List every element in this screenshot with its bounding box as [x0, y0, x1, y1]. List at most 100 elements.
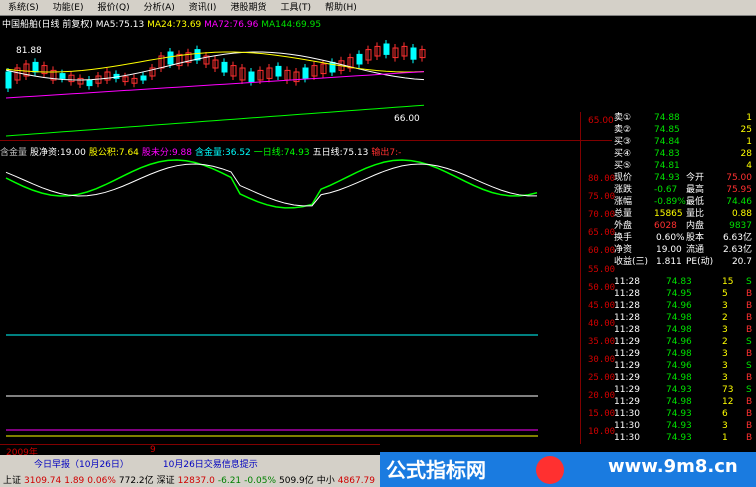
- order-price: 74.88: [654, 113, 680, 123]
- candlestick-svg: [5, 40, 426, 137]
- menu-item[interactable]: 港股期货: [224, 0, 272, 16]
- quote-label: 量比: [686, 209, 705, 219]
- quote-label: 涨幅: [614, 197, 633, 207]
- order-volume: 25: [740, 125, 752, 135]
- tick-row: 11:30 74.93 3 B: [612, 420, 756, 432]
- tick-row: 11:29 74.98 3 B: [612, 372, 756, 384]
- tick-time: 11:29: [614, 385, 640, 395]
- tick-row: 11:29 74.93 73 S: [612, 384, 756, 396]
- menu-item[interactable]: 帮助(H): [319, 0, 363, 16]
- tick-volume: 1: [722, 433, 728, 443]
- tick-time: 11:29: [614, 349, 640, 359]
- order-row: 买⑤ 74.81 4: [612, 160, 756, 172]
- ticker-item: 0.06%: [87, 476, 116, 486]
- kline-chart[interactable]: 中国船舶(日线 前复权) MA5:75.13 MA24:73.69 MA72:7…: [0, 16, 614, 140]
- candle-body: [221, 61, 228, 73]
- ticker-item: 1.89: [64, 476, 85, 486]
- order-row: 买③ 74.84 1: [612, 136, 756, 148]
- order-price: 74.85: [654, 125, 680, 135]
- quote-panel: 卖① 74.88 1 卖② 74.85 25 买③ 74.84 1 买④ 74.83 28 买⑤ 74.8…: [612, 112, 756, 444]
- tick-time: 11:28: [614, 301, 640, 311]
- tick-volume: 3: [722, 421, 728, 431]
- tick-side: B: [746, 409, 753, 419]
- tick-side: B: [746, 397, 753, 407]
- tick-row: 11:30 74.93 6 B: [612, 408, 756, 420]
- quote-value: -0.89%: [654, 197, 686, 207]
- fund-value: 20.7: [731, 257, 752, 267]
- fund-label: 流通: [686, 245, 705, 255]
- menu-item[interactable]: 功能(E): [47, 0, 90, 16]
- tick-price: 74.98: [666, 373, 692, 383]
- tick-row: 11:28 74.83 15 S: [612, 276, 756, 288]
- tick-side: S: [746, 277, 752, 287]
- order-row: 卖① 74.88 1: [612, 112, 756, 124]
- indicator-value: 含金量:36.52: [194, 148, 251, 158]
- fund-value: 1.811: [656, 257, 682, 267]
- tick-price: 74.83: [666, 277, 692, 287]
- tick-time: 11:28: [614, 277, 640, 287]
- tick-row: 11:29 74.98 3 B: [612, 348, 756, 360]
- quote-row: 涨幅 -0.89% 最低 74.46: [612, 196, 756, 208]
- order-price: 74.83: [654, 149, 680, 159]
- tick-row: 11:29 74.96 3 S: [612, 360, 756, 372]
- tick-side: B: [746, 289, 753, 299]
- quote-value: 9837: [729, 221, 752, 231]
- fund-row: 净资 19.00 流通 2.63亿: [612, 244, 756, 256]
- quote-value: 74.46: [726, 197, 752, 207]
- indicator-value: 股公积:7.64: [88, 148, 139, 158]
- banner-url: www.9m8.cn: [608, 456, 738, 477]
- menu-bar: 系统(S) 功能(E) 报价(Q) 分析(A) 资讯(I) 港股期货 工具(T) 帮助(H): [0, 0, 756, 16]
- candle-body: [59, 73, 66, 79]
- tick-volume: 15: [722, 277, 734, 287]
- menu-item[interactable]: 系统(S): [2, 0, 45, 16]
- quote-label: 总量: [614, 209, 633, 219]
- tick-side: S: [746, 337, 752, 347]
- quote-value: -0.67: [654, 185, 678, 195]
- tick-side: B: [746, 373, 753, 383]
- banner-title: 公式指标网: [386, 458, 486, 482]
- indicator-value: 五日线:75.13: [312, 148, 369, 158]
- indicator-svg: [5, 159, 538, 437]
- tick-price: 74.93: [666, 409, 692, 419]
- order-row: 卖② 74.85 25: [612, 124, 756, 136]
- fund-label: 股本: [686, 233, 705, 243]
- tick-time: 11:30: [614, 409, 640, 419]
- menu-item[interactable]: 报价(Q): [91, 0, 135, 16]
- quote-value: 74.93: [654, 173, 680, 183]
- tick-time: 11:30: [614, 433, 640, 443]
- menu-item[interactable]: 分析(A): [138, 0, 181, 16]
- quote-row: 现价 74.93 今开 75.00: [612, 172, 756, 184]
- tick-price: 74.93: [666, 385, 692, 395]
- fund-row: 收益(三) 1.811 PE(动) 20.7: [612, 256, 756, 268]
- order-level-label: 买④: [614, 149, 632, 159]
- trade-info-tab[interactable]: 10月26日交易信息提示: [163, 457, 258, 470]
- tick-side: S: [746, 385, 752, 395]
- quote-label: 最高: [686, 185, 705, 195]
- order-level-label: 买③: [614, 137, 632, 147]
- tick-time: 11:28: [614, 289, 640, 299]
- five-day-line: [5, 163, 538, 207]
- quote-value: 0.88: [731, 209, 752, 219]
- tick-row: 11:29 74.96 2 S: [612, 336, 756, 348]
- indicator-value: 输出7:-: [371, 148, 402, 158]
- candle-body: [383, 43, 390, 55]
- quote-row: 总量 15865 量比 0.88: [612, 208, 756, 220]
- candle-body: [302, 67, 309, 79]
- ma144-line: [5, 104, 425, 137]
- tick-time: 11:30: [614, 421, 640, 431]
- order-volume: 1: [746, 113, 752, 123]
- ticker-item: 3109.74: [24, 476, 62, 486]
- tick-price: 74.98: [666, 349, 692, 359]
- tick-time: 11:29: [614, 373, 640, 383]
- fund-label: PE(动): [686, 257, 714, 267]
- ticker-item: 深证: [156, 476, 175, 486]
- indicator-legend: 含金量 股净资:19.00 股公积:7.64 股未分:9.88 含金量:36.52 一日线…: [0, 145, 580, 158]
- indicator-chart[interactable]: [0, 158, 612, 444]
- menu-item[interactable]: 资讯(I): [183, 0, 223, 16]
- indicator-value: 股净资:19.00: [30, 148, 86, 158]
- tick-row: 11:28 74.98 2 B: [612, 312, 756, 324]
- menu-item[interactable]: 工具(T): [274, 0, 317, 16]
- tick-time: 11:28: [614, 313, 640, 323]
- morning-news-tab[interactable]: 今日早报（10月26日）: [34, 457, 129, 470]
- candle-body: [410, 47, 417, 60]
